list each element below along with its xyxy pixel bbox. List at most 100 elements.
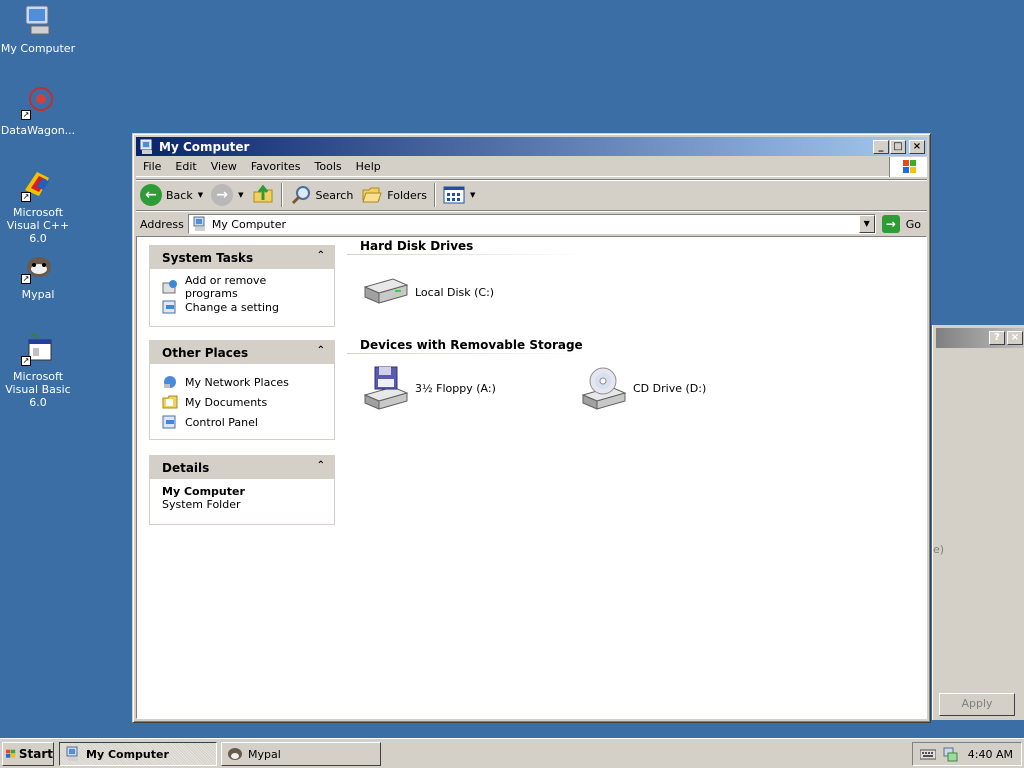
hard-disk-icon [363,278,409,304]
keyboard-icon[interactable] [919,748,936,760]
taskbar-item-my-computer[interactable]: My Computer [59,742,217,766]
pane-title: Other Places [162,345,249,360]
network-connection-icon[interactable] [942,746,958,762]
go-button[interactable]: → Go [876,215,927,233]
desktop-icon-label: Microsoft Visual C++ 6.0 [6,206,70,245]
desktop-icon-label: Mypal [21,288,55,301]
go-arrow-icon: → [881,215,900,233]
task-label: Change a setting [185,300,279,314]
drive-label: Local Disk (C:) [415,285,495,299]
up-folder-button[interactable] [248,181,278,209]
menu-edit[interactable]: Edit [168,160,203,173]
search-icon [291,186,310,205]
taskbar-item-mypal[interactable]: Mypal [221,742,381,766]
desktop-icon-mypal[interactable]: ↗ Mypal [0,250,78,301]
documents-folder-icon [162,395,178,409]
chevron-down-icon[interactable]: ▼ [198,191,203,199]
views-button[interactable]: ▼ [439,181,479,209]
address-bar: Address My Computer ▼ → Go [136,212,927,236]
pane-header-other-places[interactable]: Other Places ⌃ [150,341,334,364]
desktop-icon-label: My Computer [0,42,76,55]
taskbar: Start My Computer Mypal 4:40 AM [0,738,1024,768]
task-add-remove-programs[interactable]: Add or remove programs [162,274,322,300]
desktop-icon-datawagon[interactable]: ↗ DataWagon... [0,86,78,137]
forward-button[interactable]: → ▼ [207,181,247,209]
apply-button[interactable]: Apply [939,693,1015,716]
back-arrow-icon: ← [140,184,162,206]
windows-flag-icon [6,749,16,758]
desktop-icon-label: Microsoft Visual Basic 6.0 [5,370,71,409]
desktop-icon-my-computer[interactable]: My Computer [0,4,78,55]
shortcut-arrow-icon: ↗ [21,356,31,366]
place-label: My Documents [185,395,268,409]
menu-file[interactable]: File [136,160,168,173]
drive-cd-d[interactable]: CD Drive (D:) [579,365,706,411]
my-computer-window: My Computer _ □ × File Edit View Favorit… [132,133,931,723]
floppy-drive-icon [363,366,409,410]
chevron-down-icon[interactable]: ▼ [470,191,475,199]
menu-help[interactable]: Help [349,160,388,173]
place-my-network-places[interactable]: My Network Places [162,372,322,392]
drive-label: CD Drive (D:) [633,381,707,395]
close-button[interactable]: × [1007,331,1023,345]
group-title-hard-disk-drives: Hard Disk Drives [360,239,474,253]
folders-button[interactable]: Folders [357,181,431,209]
dialog-text-fragment: e) [933,543,945,556]
folders-icon [362,187,382,203]
toolbar-separator [434,183,437,207]
chevron-up-icon[interactable]: ⌃ [317,250,325,261]
computer-icon [193,216,205,231]
maximize-button[interactable]: □ [890,139,906,154]
mypal-icon: ↗ [21,250,55,284]
views-icon [443,186,465,204]
menu-tools[interactable]: Tools [308,160,349,173]
group-title-removable-storage: Devices with Removable Storage [360,338,583,352]
drive-floppy-a[interactable]: 3½ Floppy (A:) [361,365,496,411]
pane-title: Details [162,460,210,475]
task-change-setting[interactable]: Change a setting [162,297,322,317]
visual-basic-icon: ↗ [21,332,55,366]
visual-cpp-icon: ↗ [21,168,55,202]
details-pane: Details ⌃ My Computer System Folder [149,455,335,525]
address-field[interactable]: My Computer ▼ [187,214,876,234]
control-panel-icon [162,300,176,314]
clock[interactable]: 4:40 AM [968,748,1013,761]
desktop-icon-vcpp[interactable]: ↗ Microsoft Visual C++ 6.0 [0,168,78,245]
pane-header-system-tasks[interactable]: System Tasks ⌃ [150,246,334,269]
background-dialog: ? × e) Apply [932,325,1024,720]
address-dropdown-button[interactable]: ▼ [858,215,875,233]
place-label: Control Panel [185,415,258,429]
drive-local-disk-c[interactable]: Local Disk (C:) [361,269,494,315]
other-places-pane: Other Places ⌃ My Network Places My Docu… [149,340,335,440]
place-control-panel[interactable]: Control Panel [162,412,322,432]
chevron-up-icon[interactable]: ⌃ [317,460,325,471]
system-tasks-pane: System Tasks ⌃ Add or remove programs Ch… [149,245,335,327]
desktop-icon-vb[interactable]: ↗ Microsoft Visual Basic 6.0 [0,332,78,409]
window-titlebar[interactable]: My Computer _ □ × [136,137,927,156]
start-button[interactable]: Start [2,742,54,766]
start-label: Start [18,747,53,761]
folders-label: Folders [387,188,428,202]
control-panel-icon [162,415,176,429]
back-button[interactable]: ← Back ▼ [136,181,207,209]
shortcut-arrow-icon: ↗ [21,192,31,202]
add-remove-programs-icon [162,280,177,294]
minimize-button[interactable]: _ [873,139,889,154]
search-button[interactable]: Search [286,181,358,209]
chevron-down-icon[interactable]: ▼ [238,191,243,199]
chevron-up-icon[interactable]: ⌃ [317,345,325,356]
network-places-icon [164,376,176,388]
windows-logo-icon [889,156,927,177]
computer-icon [21,4,55,38]
toolbar-separator [280,183,283,207]
help-button[interactable]: ? [989,331,1005,345]
taskbar-item-label: Mypal [248,747,281,761]
close-button[interactable]: × [909,139,925,154]
place-my-documents[interactable]: My Documents [162,392,322,412]
datawagon-icon: ↗ [21,86,55,120]
up-folder-icon [253,184,272,203]
search-label: Search [315,188,354,202]
pane-header-details[interactable]: Details ⌃ [150,456,334,479]
menu-view[interactable]: View [204,160,244,173]
menu-favorites[interactable]: Favorites [244,160,308,173]
